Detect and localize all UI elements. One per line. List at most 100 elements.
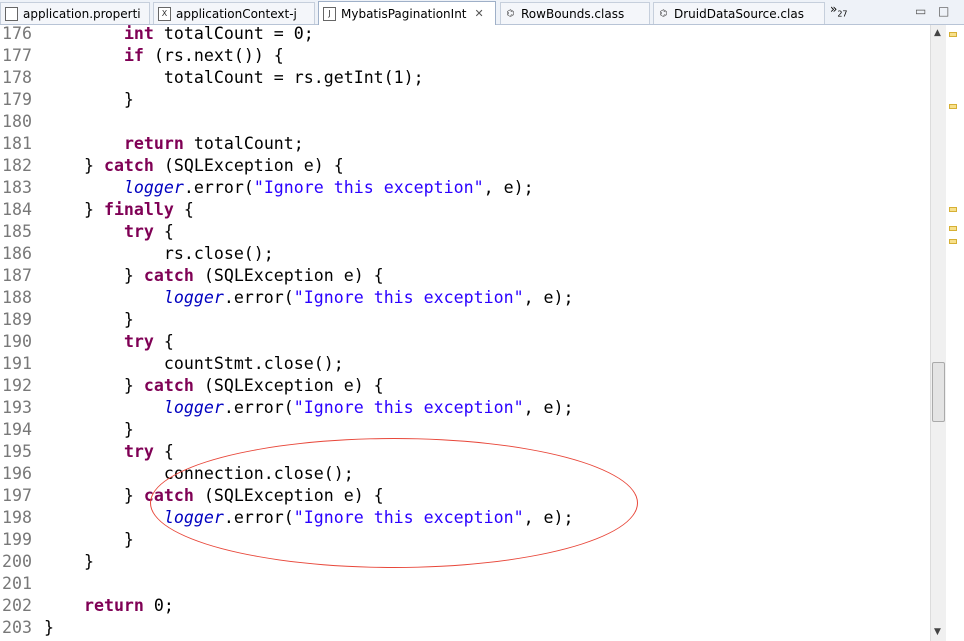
code-editor[interactable]: 176 int totalCount = 0; 177 if (rs.next()… bbox=[0, 25, 930, 641]
ruler-marker[interactable] bbox=[949, 32, 957, 37]
line-number: 201 bbox=[2, 574, 32, 593]
line-number: 200 bbox=[2, 552, 32, 571]
ruler-marker[interactable] bbox=[949, 207, 957, 212]
code-line[interactable]: 197 } catch (SQLException e) { bbox=[0, 485, 930, 507]
code-token-kw: return bbox=[123, 134, 184, 153]
tab-label: applicationContext-j bbox=[176, 6, 297, 21]
code-token-plain: countStmt.close(); bbox=[44, 354, 344, 373]
code-token-plain: .error( bbox=[183, 178, 254, 197]
code-line[interactable]: 203} bbox=[0, 617, 930, 639]
ruler-marker[interactable] bbox=[949, 104, 957, 109]
code-text: } finally { bbox=[44, 199, 194, 221]
code-token-plain: rs.close(); bbox=[44, 244, 274, 263]
code-text: try { bbox=[44, 221, 174, 243]
code-line[interactable]: 190 try { bbox=[0, 331, 930, 353]
class-file-icon: ⌬ bbox=[506, 8, 515, 19]
line-number: 195 bbox=[2, 442, 32, 461]
code-text: rs.close(); bbox=[44, 243, 274, 265]
code-line[interactable]: 176 int totalCount = 0; bbox=[0, 25, 930, 45]
code-token-kw: catch bbox=[103, 156, 154, 175]
line-number: 196 bbox=[2, 464, 32, 483]
code-line[interactable]: 182 } catch (SQLException e) { bbox=[0, 155, 930, 177]
code-token-plain: totalCount; bbox=[183, 134, 304, 153]
code-line[interactable]: 180 bbox=[0, 111, 930, 133]
line-number: 192 bbox=[2, 376, 32, 395]
code-token-kw: try bbox=[123, 442, 154, 461]
line-number: 202 bbox=[2, 596, 32, 615]
tab-2[interactable]: J MybatisPaginationInt ✕ bbox=[318, 1, 496, 25]
vertical-scrollbar[interactable]: ▲ ▼ bbox=[930, 25, 947, 641]
code-text: } bbox=[44, 309, 134, 331]
code-line[interactable]: 202 return 0; bbox=[0, 595, 930, 617]
code-line[interactable]: 189 } bbox=[0, 309, 930, 331]
code-line[interactable]: 185 try { bbox=[0, 221, 930, 243]
overflow-count: 27 bbox=[837, 9, 848, 19]
code-token-plain: } bbox=[44, 266, 144, 285]
code-text: } bbox=[44, 529, 134, 551]
code-line[interactable]: 196 connection.close(); bbox=[0, 463, 930, 485]
xml-file-icon: X bbox=[158, 6, 171, 21]
code-token-plain: connection.close(); bbox=[44, 464, 354, 483]
scroll-down-icon[interactable]: ▼ bbox=[934, 627, 941, 637]
tab-0[interactable]: application.properti bbox=[0, 2, 150, 24]
tab-overflow-button[interactable]: »27 bbox=[830, 2, 848, 18]
tab-3[interactable]: ⌬ RowBounds.class bbox=[500, 2, 650, 24]
code-line[interactable]: 194 } bbox=[0, 419, 930, 441]
code-text: } catch (SQLException e) { bbox=[44, 485, 384, 507]
scroll-up-icon[interactable]: ▲ bbox=[934, 28, 941, 38]
code-token-kw: int bbox=[123, 25, 154, 43]
scrollbar-thumb[interactable] bbox=[932, 362, 945, 422]
code-token-plain: } bbox=[44, 486, 144, 505]
code-line[interactable]: 201 bbox=[0, 573, 930, 595]
code-token-it: logger bbox=[163, 398, 224, 417]
code-line[interactable]: 184 } finally { bbox=[0, 199, 930, 221]
ruler-marker[interactable] bbox=[949, 239, 957, 244]
overview-ruler bbox=[946, 25, 964, 641]
tab-4[interactable]: ⌬ DruidDataSource.clas bbox=[653, 2, 825, 24]
code-line[interactable]: 188 logger.error("Ignore this exception"… bbox=[0, 287, 930, 309]
code-line[interactable]: 183 logger.error("Ignore this exception"… bbox=[0, 177, 930, 199]
tab-label: MybatisPaginationInt bbox=[341, 6, 467, 21]
code-line[interactable]: 191 countStmt.close(); bbox=[0, 353, 930, 375]
code-line[interactable]: 195 try { bbox=[0, 441, 930, 463]
java-file-icon: J bbox=[323, 6, 336, 21]
code-line[interactable]: 198 logger.error("Ignore this exception"… bbox=[0, 507, 930, 529]
code-token-plain: totalCount = rs.getInt(1); bbox=[44, 68, 424, 87]
code-line[interactable]: 177 if (rs.next()) { bbox=[0, 45, 930, 67]
code-line[interactable]: 193 logger.error("Ignore this exception"… bbox=[0, 397, 930, 419]
tab-label: DruidDataSource.clas bbox=[674, 6, 804, 21]
code-text: logger.error("Ignore this exception", e)… bbox=[44, 507, 574, 529]
code-line[interactable]: 200 } bbox=[0, 551, 930, 573]
code-line[interactable]: 199 } bbox=[0, 529, 930, 551]
code-token-plain: { bbox=[153, 442, 174, 461]
tab-label: application.properti bbox=[23, 6, 141, 21]
close-tab-icon[interactable]: ✕ bbox=[475, 7, 484, 20]
line-number: 185 bbox=[2, 222, 32, 241]
code-line[interactable]: 178 totalCount = rs.getInt(1); bbox=[0, 67, 930, 89]
code-token-kw: catch bbox=[143, 486, 194, 505]
code-token-plain: (SQLException e) { bbox=[193, 486, 384, 505]
code-text: if (rs.next()) { bbox=[44, 45, 284, 67]
code-token-kw: try bbox=[123, 222, 154, 241]
minimize-button[interactable]: ▭ bbox=[915, 4, 926, 18]
code-token-plain: } bbox=[44, 90, 134, 109]
code-text: } catch (SQLException e) { bbox=[44, 375, 384, 397]
code-token-plain: (SQLException e) { bbox=[153, 156, 344, 175]
line-number: 183 bbox=[2, 178, 32, 197]
code-text: logger.error("Ignore this exception", e)… bbox=[44, 397, 574, 419]
code-line[interactable]: 179 } bbox=[0, 89, 930, 111]
code-line[interactable]: 187 } catch (SQLException e) { bbox=[0, 265, 930, 287]
code-line[interactable]: 186 rs.close(); bbox=[0, 243, 930, 265]
tab-1[interactable]: XapplicationContext-j bbox=[153, 2, 315, 24]
code-token-plain: { bbox=[153, 222, 174, 241]
line-number: 197 bbox=[2, 486, 32, 505]
ruler-marker[interactable] bbox=[949, 226, 957, 231]
code-line[interactable]: 192 } catch (SQLException e) { bbox=[0, 375, 930, 397]
code-token-plain: } bbox=[44, 156, 104, 175]
maximize-button[interactable]: □ bbox=[938, 4, 949, 18]
code-line[interactable]: 181 return totalCount; bbox=[0, 133, 930, 155]
